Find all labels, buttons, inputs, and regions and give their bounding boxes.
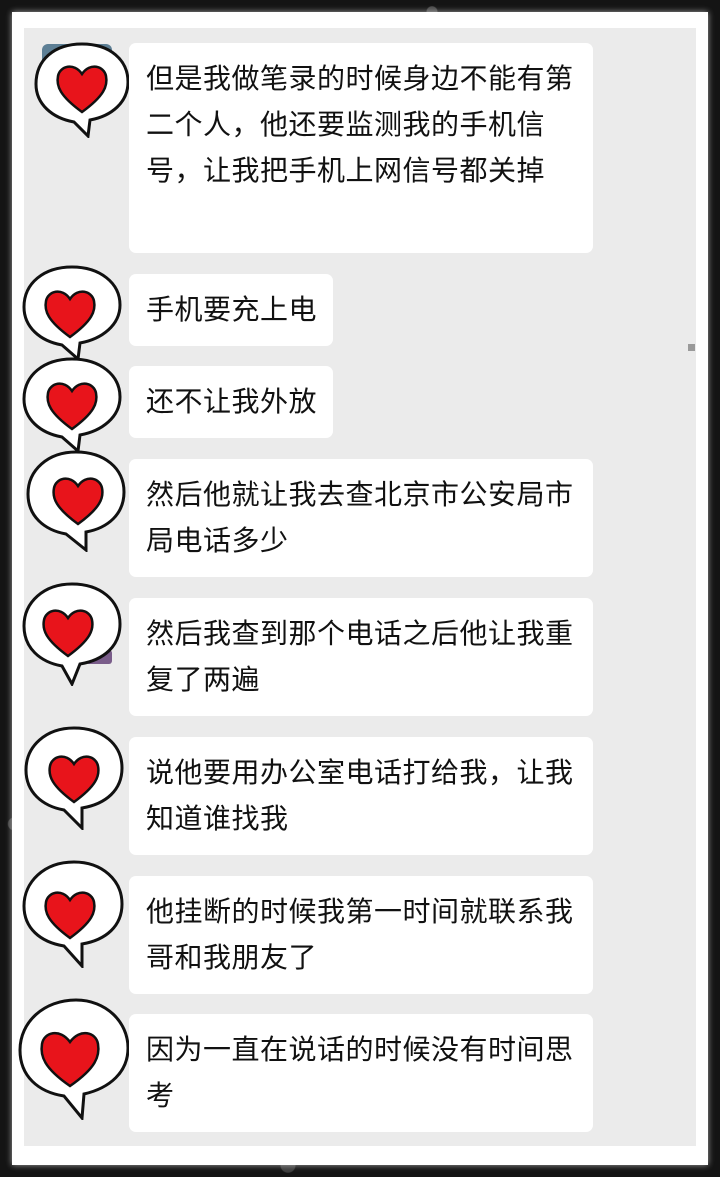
scroll-indicator[interactable] — [688, 344, 695, 351]
heart-speech-bubble-icon — [18, 998, 130, 1120]
heart-speech-bubble-icon — [34, 42, 130, 138]
heart-speech-bubble-icon — [22, 357, 122, 453]
avatar[interactable] — [16, 996, 130, 1120]
message-bubble[interactable]: 他挂断的时候我第一时间就联系我哥和我朋友了 — [129, 876, 593, 994]
avatar[interactable] — [20, 355, 128, 453]
avatar[interactable] — [20, 580, 128, 686]
avatar[interactable] — [20, 858, 128, 968]
message-text: 但是我做笔录的时候身边不能有第二个人，他还要监测我的手机信号，让我把手机上网信号… — [146, 62, 574, 187]
avatar[interactable] — [20, 263, 128, 361]
avatar[interactable] — [24, 448, 132, 552]
heart-speech-bubble-icon — [22, 582, 122, 686]
heart-speech-bubble-icon — [26, 450, 126, 552]
message-bubble[interactable]: 手机要充上电 — [129, 274, 334, 346]
message-text: 他挂断的时候我第一时间就联系我哥和我朋友了 — [146, 895, 574, 974]
message-bubble[interactable]: 因为一直在说话的时候没有时间思考 — [129, 1014, 593, 1132]
avatar[interactable] — [32, 40, 140, 138]
message-text: 然后他就让我去查北京市公安局市局电话多少 — [146, 478, 574, 557]
message-bubble[interactable]: 说他要用办公室电话打给我，让我知道谁找我 — [129, 737, 593, 855]
message-bubble[interactable]: 但是我做笔录的时候身边不能有第二个人，他还要监测我的手机信号，让我把手机上网信号… — [129, 43, 593, 253]
message-text: 因为一直在说话的时候没有时间思考 — [146, 1033, 574, 1112]
heart-speech-bubble-icon — [24, 726, 124, 830]
message-bubble[interactable]: 还不让我外放 — [129, 366, 334, 438]
avatar[interactable] — [22, 724, 130, 830]
message-bubble[interactable]: 然后我查到那个电话之后他让我重复了两遍 — [129, 598, 593, 716]
message-text: 还不让我外放 — [146, 385, 318, 418]
message-text: 然后我查到那个电话之后他让我重复了两遍 — [146, 617, 574, 696]
heart-speech-bubble-icon — [22, 860, 124, 968]
message-text: 说他要用办公室电话打给我，让我知道谁找我 — [146, 756, 574, 835]
message-text: 手机要充上电 — [146, 293, 318, 326]
heart-speech-bubble-icon — [22, 265, 122, 361]
message-bubble[interactable]: 然后他就让我去查北京市公安局市局电话多少 — [129, 459, 593, 577]
